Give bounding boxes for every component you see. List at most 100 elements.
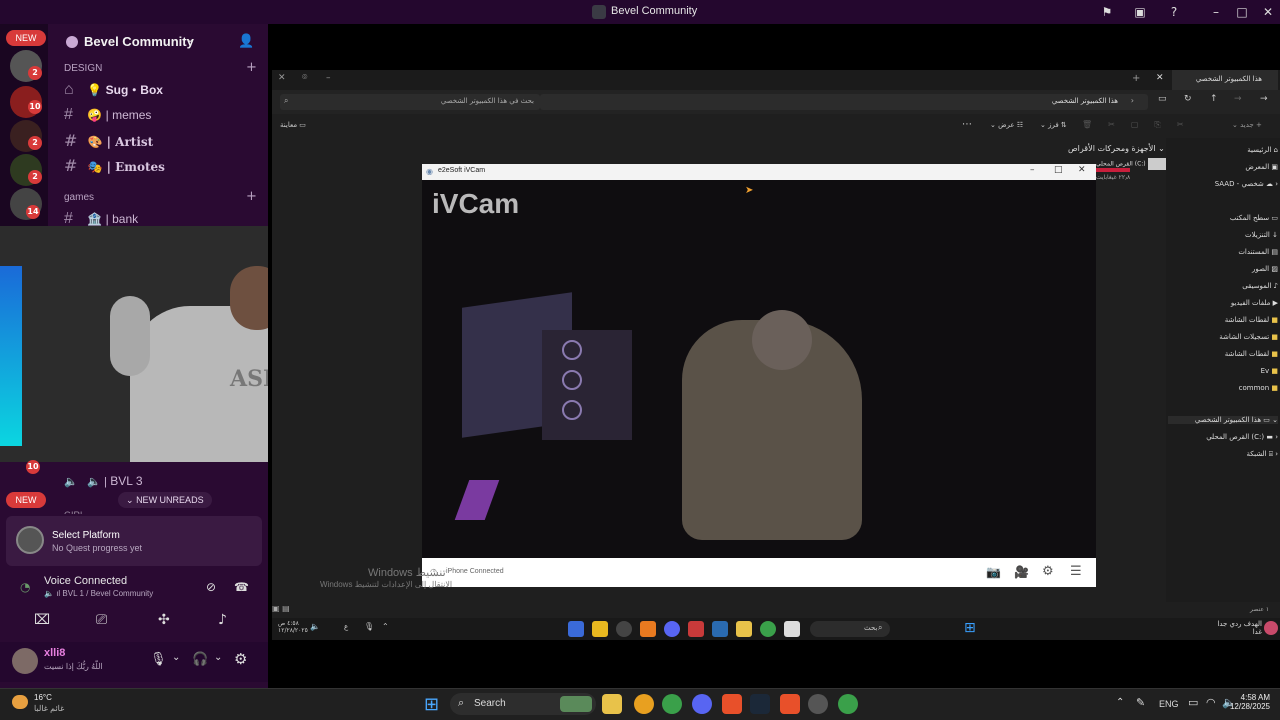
avatar[interactable]: [12, 648, 38, 674]
menu-icon[interactable]: ☰: [1070, 564, 1082, 579]
nav-screenshots-2[interactable]: لقطات الشاشة ■: [1178, 350, 1278, 358]
quest-card[interactable]: Select Platform No Quest progress yet: [6, 516, 262, 566]
nav-gallery[interactable]: المعرض ▣: [1178, 163, 1278, 171]
refresh-icon[interactable]: ↻: [1184, 94, 1192, 104]
app-icon[interactable]: [592, 621, 608, 637]
server-name[interactable]: Bevel Community: [84, 34, 194, 49]
chrome-icon[interactable]: [662, 694, 682, 714]
file-explorer-icon[interactable]: [602, 694, 622, 714]
restore-icon[interactable]: ⌾: [302, 73, 307, 83]
sort-menu[interactable]: ⌄ فرز ⇅: [1040, 121, 1067, 129]
microphone-icon[interactable]: 🎙: [150, 652, 167, 667]
channel-memes[interactable]: # 🤪 | memes: [64, 106, 151, 128]
wifi-icon[interactable]: ◠: [1206, 696, 1216, 709]
add-channel-icon[interactable]: +: [246, 189, 257, 204]
app-icon[interactable]: [688, 621, 704, 637]
windows-start-icon[interactable]: ⊞: [964, 620, 976, 636]
username[interactable]: xlli8: [44, 647, 65, 659]
nav-local-disk[interactable]: القرص المحلي (C:) ▬ ›: [1178, 433, 1278, 441]
view-icon[interactable]: ▭: [1158, 94, 1167, 104]
preview-toggle[interactable]: معاينة ▭: [280, 121, 306, 129]
settings-gear-icon[interactable]: ⚙: [234, 650, 247, 668]
close-tab-icon[interactable]: ✕: [1156, 73, 1164, 83]
new-unreads-button[interactable]: ⌄ NEW UNREADS: [118, 492, 212, 508]
chevron-up-icon[interactable]: ⌃: [382, 622, 389, 631]
chrome-icon[interactable]: [838, 694, 858, 714]
add-channel-icon[interactable]: +: [246, 60, 257, 75]
windows-start-icon[interactable]: ⊞: [424, 694, 439, 715]
clock[interactable]: 4:58 AM 12/28/2025: [1226, 693, 1270, 711]
forward-icon[interactable]: →: [1234, 94, 1242, 104]
brave-icon[interactable]: [780, 694, 800, 714]
nav-this-pc[interactable]: هذا الكمبيوتر الشخصي ▭ ⌄: [1168, 416, 1278, 424]
back-icon[interactable]: →: [1260, 94, 1268, 104]
discord-icon[interactable]: [692, 694, 712, 714]
inner-search[interactable]: بحث ⌕: [810, 621, 890, 637]
soundboard-icon[interactable]: ♪: [218, 612, 227, 628]
nav-documents[interactable]: المستندات ▤: [1178, 248, 1278, 256]
minimize-button[interactable]: –: [1208, 4, 1224, 20]
steam-icon[interactable]: [712, 621, 728, 637]
app-icon[interactable]: [568, 621, 584, 637]
camera-icon[interactable]: 📷: [986, 565, 1001, 579]
nav-desktop[interactable]: سطح المكتب ▭: [1178, 214, 1278, 222]
headphones-icon[interactable]: 🎧: [192, 652, 208, 667]
invite-icon[interactable]: 👤: [238, 34, 254, 49]
category-design[interactable]: DESIGN: [64, 63, 102, 74]
layout-icons[interactable]: ▣ ▤: [272, 604, 290, 613]
more-icon[interactable]: ⋯: [962, 119, 972, 130]
inner-news[interactable]: الهدف ردي جدا غدا: [1202, 620, 1262, 636]
minimize-icon[interactable]: –: [326, 73, 331, 83]
weather-widget[interactable]: [10, 693, 32, 713]
app-icon[interactable]: [634, 694, 654, 714]
app-icon[interactable]: [616, 621, 632, 637]
disconnect-icon[interactable]: ☎: [234, 580, 249, 594]
discord-icon[interactable]: [664, 621, 680, 637]
nav-ev[interactable]: Ev ■: [1178, 367, 1278, 375]
channel-sug-box[interactable]: ⌂ 💡 Sug・Box: [64, 81, 163, 103]
explorer-tab[interactable]: هذا الكمبيوتر الشخصي: [1172, 70, 1278, 90]
store-icon[interactable]: [784, 621, 800, 637]
close-button[interactable]: ✕: [1260, 4, 1276, 20]
steam-icon[interactable]: [750, 694, 770, 714]
nav-downloads[interactable]: التنزيلات ↓: [1178, 231, 1278, 239]
maximize-button[interactable]: □: [1234, 4, 1250, 20]
channel-artist[interactable]: # 🎨 | Artist: [64, 131, 153, 153]
category-games[interactable]: games: [64, 192, 94, 203]
chevron-down-icon[interactable]: ⌄: [172, 652, 180, 663]
display-icon[interactable]: ▭: [1188, 696, 1198, 709]
minimize-button[interactable]: –: [1030, 165, 1035, 175]
voice-status[interactable]: Voice Connected: [44, 575, 127, 587]
obs-icon[interactable]: [808, 694, 828, 714]
devices-section-header[interactable]: الأجهزة ومحركات الأقراص ⌄: [1068, 144, 1165, 153]
app-icon[interactable]: [640, 621, 656, 637]
nav-pictures[interactable]: الصور ▨: [1178, 265, 1278, 273]
taskbar-search[interactable]: ⌕ Search: [450, 693, 596, 715]
nav-music[interactable]: الموسيقى ♪: [1178, 282, 1278, 290]
screen-share-icon[interactable]: ⎚: [96, 612, 107, 628]
volume-icon[interactable]: 🔈: [310, 622, 320, 631]
view-menu[interactable]: ⌄ عرض ☷: [990, 121, 1023, 129]
activities-icon[interactable]: ✣: [158, 612, 170, 628]
maximize-button[interactable]: □: [1054, 165, 1063, 175]
nav-common[interactable]: common ■: [1178, 384, 1278, 392]
nav-screen-recordings[interactable]: تسجيلات الشاشة ■: [1178, 333, 1278, 341]
inbox-icon[interactable]: ⚑: [1099, 4, 1115, 20]
settings-gear-icon[interactable]: ⚙: [1042, 564, 1054, 579]
new-tab-icon[interactable]: +: [1132, 73, 1140, 84]
nav-screenshots[interactable]: لقطات الشاشة ■: [1178, 316, 1278, 324]
nav-network[interactable]: الشبكة ⌸ ›: [1178, 450, 1278, 459]
noise-suppression-icon[interactable]: ⊘: [206, 580, 216, 594]
chevron-up-icon[interactable]: ⌃: [1116, 697, 1124, 708]
screen-share-icon[interactable]: ▣: [1132, 4, 1148, 20]
help-icon[interactable]: ?: [1166, 4, 1182, 20]
nav-videos[interactable]: ملفات الفيديو ▶: [1178, 299, 1278, 307]
folder-icon[interactable]: [736, 621, 752, 637]
new-pill-top[interactable]: NEW: [6, 30, 46, 46]
close-button[interactable]: ✕: [1078, 165, 1086, 175]
channel-emotes[interactable]: # 🎭 | Emotes: [64, 156, 165, 178]
chrome-icon[interactable]: [760, 621, 776, 637]
video-off-icon[interactable]: ⌧: [34, 612, 50, 628]
inner-clock[interactable]: ٤:٥٨ ص ١٢/٢٨/٢٠٢٥: [278, 620, 308, 634]
new-pill-bottom[interactable]: NEW: [6, 492, 46, 508]
